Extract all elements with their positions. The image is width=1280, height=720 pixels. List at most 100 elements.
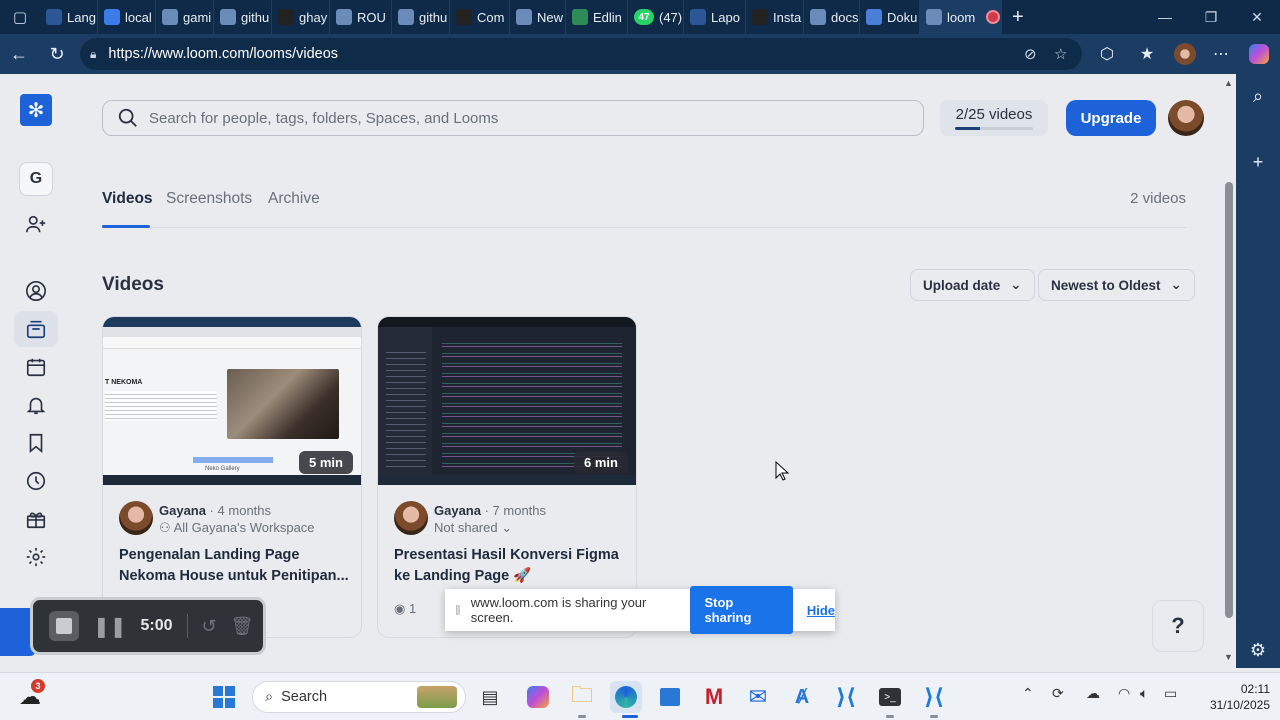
copilot-icon[interactable] — [1242, 38, 1276, 70]
minimize-icon[interactable]: — — [1142, 0, 1188, 34]
browser-tab[interactable]: githu — [392, 0, 450, 34]
outlook-icon[interactable]: ✉ — [742, 681, 774, 713]
copilot-app-icon[interactable] — [522, 681, 554, 713]
browser-tab[interactable]: Lang — [40, 0, 98, 34]
settings-gear-icon[interactable] — [14, 539, 58, 575]
workspace-avatar[interactable]: G — [19, 162, 53, 196]
edge-browser-icon[interactable] — [610, 681, 642, 713]
vscode-icon[interactable]: ⟩⟨ — [830, 681, 862, 713]
browser-tab[interactable]: 47 (47) — [628, 0, 684, 34]
help-button[interactable]: ? — [1152, 600, 1204, 652]
invite-user-icon[interactable] — [14, 206, 58, 242]
browser-tab[interactable]: local — [98, 0, 156, 34]
browser-tab[interactable]: docs — [804, 0, 860, 34]
favorites-icon[interactable]: ★ — [1130, 38, 1164, 70]
search-bar[interactable] — [102, 100, 924, 136]
scrollbar-thumb[interactable] — [1225, 182, 1233, 618]
video-card[interactable]: T NEKOMA Neko Gallery 5 min Gayana · 4 m… — [102, 316, 362, 638]
hide-button[interactable]: Hide — [807, 603, 835, 618]
browser-tab[interactable]: githu — [214, 0, 272, 34]
video-quota-indicator[interactable]: 2/25 videos — [940, 100, 1048, 136]
browser-tab[interactable]: New — [510, 0, 566, 34]
cloud-off-icon[interactable]: ☁ — [1086, 685, 1100, 702]
tab-actions-icon[interactable]: ▢ — [0, 0, 40, 34]
gift-icon[interactable] — [14, 501, 58, 537]
address-bar[interactable]: 🔒︎ https://www.loom.com/looms/videos ⊘ ☆ — [80, 38, 1082, 70]
browser-tab[interactable]: loom✕ — [920, 0, 1002, 34]
battery-icon[interactable]: ▭ — [1164, 685, 1177, 702]
extensions-icon[interactable]: ⬡ — [1090, 38, 1124, 70]
profile-avatar[interactable] — [1168, 38, 1202, 70]
history-clock-icon[interactable] — [14, 463, 58, 499]
stop-sharing-button[interactable]: Stop sharing — [690, 586, 793, 634]
sort-by-dropdown[interactable]: Upload date ⌄ — [910, 269, 1035, 301]
calendar-icon[interactable] — [14, 349, 58, 385]
sort-order-dropdown[interactable]: Newest to Oldest ⌄ — [1038, 269, 1195, 301]
camera-off-icon[interactable]: ⊘ — [1024, 45, 1037, 63]
browser-tab[interactable]: Edlin — [566, 0, 628, 34]
mcafee-icon[interactable]: M — [698, 681, 730, 713]
vscode-insiders-icon[interactable]: ⟩⟨ — [918, 681, 950, 713]
scroll-up-icon[interactable]: ▲ — [1224, 78, 1233, 88]
section-title: Videos — [102, 274, 164, 295]
browser-tab-label: docs — [831, 9, 859, 25]
new-tab-button[interactable]: + — [1002, 6, 1034, 29]
browser-tab[interactable]: Insta — [746, 0, 804, 34]
loom-logo-icon[interactable]: ✻ — [20, 94, 52, 126]
wifi-icon[interactable]: ◠ — [1118, 685, 1130, 702]
tab-archive[interactable]: Archive — [268, 190, 320, 208]
browser-tab[interactable]: Lapo — [684, 0, 746, 34]
browser-tab-label: Edlin — [593, 9, 622, 25]
start-icon[interactable] — [208, 681, 240, 713]
task-view-icon[interactable]: ▤ — [474, 681, 506, 713]
browser-tab[interactable]: Doku — [860, 0, 920, 34]
file-explorer-icon[interactable]: 🗀 — [566, 681, 598, 713]
browser-tab[interactable]: Com — [450, 0, 510, 34]
close-window-icon[interactable]: ✕ — [1234, 0, 1280, 34]
notifications-bell-icon[interactable] — [14, 387, 58, 423]
tab-screenshots[interactable]: Screenshots — [166, 190, 252, 208]
back-icon[interactable]: ← — [0, 34, 38, 74]
bookmark-icon[interactable] — [14, 425, 58, 461]
settings-more-icon[interactable]: ⋯ — [1204, 38, 1238, 70]
edge-sidebar: ⌕ + ⚙ — [1236, 74, 1280, 668]
taskbar-search[interactable]: ⌕ Search — [252, 681, 466, 713]
volume-icon[interactable]: 🔈︎ — [1140, 685, 1148, 702]
search-icon — [118, 108, 137, 127]
video-title[interactable]: Pengenalan Landing Page Nekoma House unt… — [119, 545, 351, 587]
sidebar-search-icon[interactable]: ⌕ — [1236, 78, 1280, 114]
sidebar-add-icon[interactable]: + — [1236, 144, 1280, 180]
library-icon[interactable] — [14, 311, 58, 347]
video-title[interactable]: Presentasi Hasil Konversi Figma ke Landi… — [394, 545, 626, 587]
running-indicator — [930, 715, 938, 718]
terminal-icon[interactable]: >_ — [874, 681, 906, 713]
pause-icon[interactable]: ❚❚ — [93, 614, 127, 639]
stop-recording-button[interactable] — [49, 611, 79, 641]
browser-tab[interactable]: gami — [156, 0, 214, 34]
sidebar-settings-icon[interactable]: ⚙ — [1236, 632, 1280, 668]
refresh-icon[interactable]: ↻ — [38, 34, 76, 74]
microsoft-store-icon[interactable] — [654, 681, 686, 713]
drag-handle-icon[interactable]: ‖ — [455, 602, 461, 618]
browser-tab[interactable]: ROU — [330, 0, 392, 34]
page-scrollbar[interactable]: ▲ ▼ — [1222, 74, 1236, 668]
azure-data-studio-icon[interactable]: Ⱥ — [786, 681, 818, 713]
trash-icon[interactable]: 🗑︎ — [231, 616, 254, 637]
restore-icon[interactable]: ❐ — [1188, 0, 1234, 34]
scroll-down-icon[interactable]: ▼ — [1224, 652, 1233, 662]
tab-videos[interactable]: Videos — [102, 190, 153, 208]
browser-tab[interactable]: ghay — [272, 0, 330, 34]
upgrade-button[interactable]: Upgrade — [1066, 100, 1156, 136]
site-info-icon[interactable]: 🔒︎ — [90, 47, 96, 62]
restart-icon[interactable]: ↺ — [202, 616, 217, 637]
show-hidden-icons-chevron[interactable]: ⌃ — [1022, 685, 1034, 702]
favorite-star-icon[interactable]: ☆ — [1054, 45, 1067, 63]
user-avatar[interactable] — [1168, 100, 1204, 136]
search-icon — [926, 9, 942, 25]
profile-icon[interactable] — [14, 273, 58, 309]
sync-icon[interactable]: ⟳ — [1052, 685, 1064, 702]
system-clock[interactable]: 02:11 31/10/2025 — [1198, 681, 1270, 713]
share-status-dropdown[interactable]: Not shared ⌄ — [434, 520, 512, 536]
duration-badge: 6 min — [574, 451, 628, 474]
search-input[interactable] — [149, 109, 849, 127]
